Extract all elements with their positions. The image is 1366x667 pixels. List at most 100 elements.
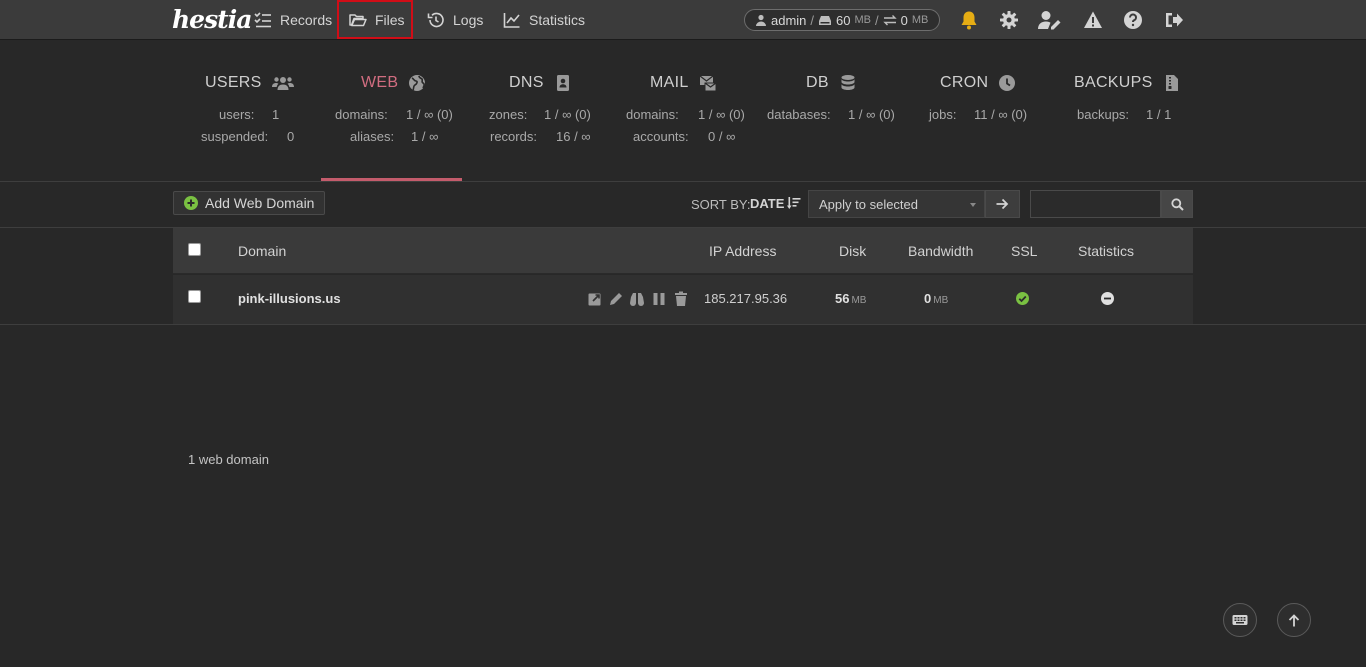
address-book-icon [556,75,569,91]
bell-icon[interactable] [959,10,979,30]
stat-dns-r2-value: 16 / ∞ [556,129,591,144]
bandwidth-usage: 0 [900,12,908,28]
keyboard-icon [1232,615,1248,625]
gear-icon[interactable] [999,10,1019,30]
search-input[interactable] [1030,190,1161,218]
add-web-domain-label: Add Web Domain [205,195,315,211]
arrow-right-icon [996,198,1009,210]
nav-logs-label: Logs [453,12,484,28]
stat-mail-r2-label: accounts: [633,129,689,144]
stat-cron-r1-label: jobs: [929,107,957,122]
divider [0,181,1366,182]
users-icon [271,77,294,90]
bandwidth-usage-cell: 0 MB [924,291,949,306]
file-archive-icon [1165,75,1178,91]
sort-by-label: SORT BY: [691,197,751,212]
plus-circle-icon [184,196,198,210]
stat-db-r1-label: databases: [767,107,831,122]
top-navbar: hestia Records Files Logs Statistics adm… [0,0,1366,40]
disk-usage: 60 [836,12,851,28]
domain-count: 1 web domain [188,452,269,467]
row-checkbox[interactable] [188,290,201,303]
stat-users-r2-value: 0 [287,129,295,144]
stat-mail-r2-value: 0 / ∞ [708,129,736,144]
header-domain[interactable]: Domain [238,243,286,259]
binoculars-icon[interactable] [629,291,645,307]
bandwidth-unit: MB [911,14,929,26]
stat-cron-title: CRON [940,74,1016,92]
arrow-up-icon [1288,613,1300,626]
external-link-icon[interactable] [587,291,603,307]
keyboard-shortcuts-button[interactable] [1223,603,1257,637]
stat-dns-r2-label: records: [490,129,537,144]
stat-db-title: DB [806,74,857,92]
list-check-icon [254,12,271,28]
stat-mail-title: MAIL [650,74,717,92]
folder-open-icon [349,13,367,26]
table-header: Domain IP Address Disk Bandwidth SSL Sta… [173,228,1193,274]
stat-db-r1-value: 1 / ∞ (0) [848,107,895,122]
pencil-icon[interactable] [608,291,624,307]
header-disk[interactable]: Disk [839,243,866,259]
disk-unit: MB [854,14,872,26]
add-web-domain-button[interactable]: Add Web Domain [173,191,325,215]
disk-icon [819,16,832,25]
nav-records[interactable]: Records [254,0,332,40]
stat-backups-r1-label: backups: [1077,107,1130,122]
scroll-to-top-button[interactable] [1277,603,1311,637]
nav-statistics[interactable]: Statistics [503,0,585,40]
sort-value: DATE [750,196,785,211]
nav-files[interactable]: Files [337,0,413,39]
select-all-checkbox[interactable] [188,243,201,256]
bulk-action-select[interactable]: Apply to selected [808,190,985,218]
globe-icon [409,75,426,91]
disk-usage-cell: 56 MB [835,291,867,306]
clock-icon [999,75,1016,91]
history-icon [427,12,444,28]
bandwidth-icon [882,15,897,26]
stat-cron-r1-value: 11 / ∞ (0) [974,107,1028,122]
stat-users-r1-label: users: [219,107,255,122]
statistics-disabled-minus-icon [1101,292,1114,305]
header-ssl[interactable]: SSL [1011,243,1037,259]
search-icon [1170,197,1184,211]
chart-line-icon [503,13,520,28]
warning-icon[interactable] [1083,10,1103,30]
nav-records-label: Records [280,12,333,28]
stat-users-title: USERS [205,74,294,92]
nav-statistics-label: Statistics [529,12,586,28]
ip-address: 185.217.95.36 [704,291,788,306]
database-icon [841,75,855,90]
stat-mail-r1-value: 1 / ∞ (0) [698,107,745,122]
user-usage-pill[interactable]: admin / 60 MB / 0 MB [744,9,940,31]
stat-mail-r1-label: domains: [626,107,679,122]
chevron-down-icon [970,203,976,207]
search-button[interactable] [1161,190,1193,218]
stat-web-r1-value: 1 / ∞ (0) [406,107,453,122]
stat-users-r2-label: suspended: [201,129,269,144]
sort-amount-down-icon [787,197,801,209]
logout-icon[interactable] [1164,10,1184,30]
stat-web-r2-value: 1 / ∞ [411,129,439,144]
stat-dns-r1-value: 1 / ∞ (0) [544,107,591,122]
user-edit-icon[interactable] [1038,10,1062,30]
stat-dns-r1-label: zones: [489,107,528,122]
stat-web-r1-label: domains: [335,107,388,122]
header-statistics[interactable]: Statistics [1078,243,1134,259]
stat-backups-title: BACKUPS [1074,74,1181,92]
hestia-logo[interactable]: hestia [172,4,252,36]
pause-icon[interactable] [651,291,667,307]
divider [0,324,1366,325]
sort-date-button[interactable]: DATE [750,196,801,211]
stat-users-r1-value: 1 [272,107,280,122]
header-ip-address[interactable]: IP Address [709,243,776,259]
mail-bulk-icon [699,75,717,92]
apply-button[interactable] [985,190,1020,218]
stat-web-r2-label: aliases: [350,129,395,144]
username: admin [771,12,807,28]
trash-icon[interactable] [673,291,689,307]
domain-link[interactable]: pink-illusions.us [238,291,341,306]
help-icon[interactable] [1123,10,1143,30]
nav-logs[interactable]: Logs [427,0,483,40]
header-bandwidth[interactable]: Bandwidth [908,243,973,259]
